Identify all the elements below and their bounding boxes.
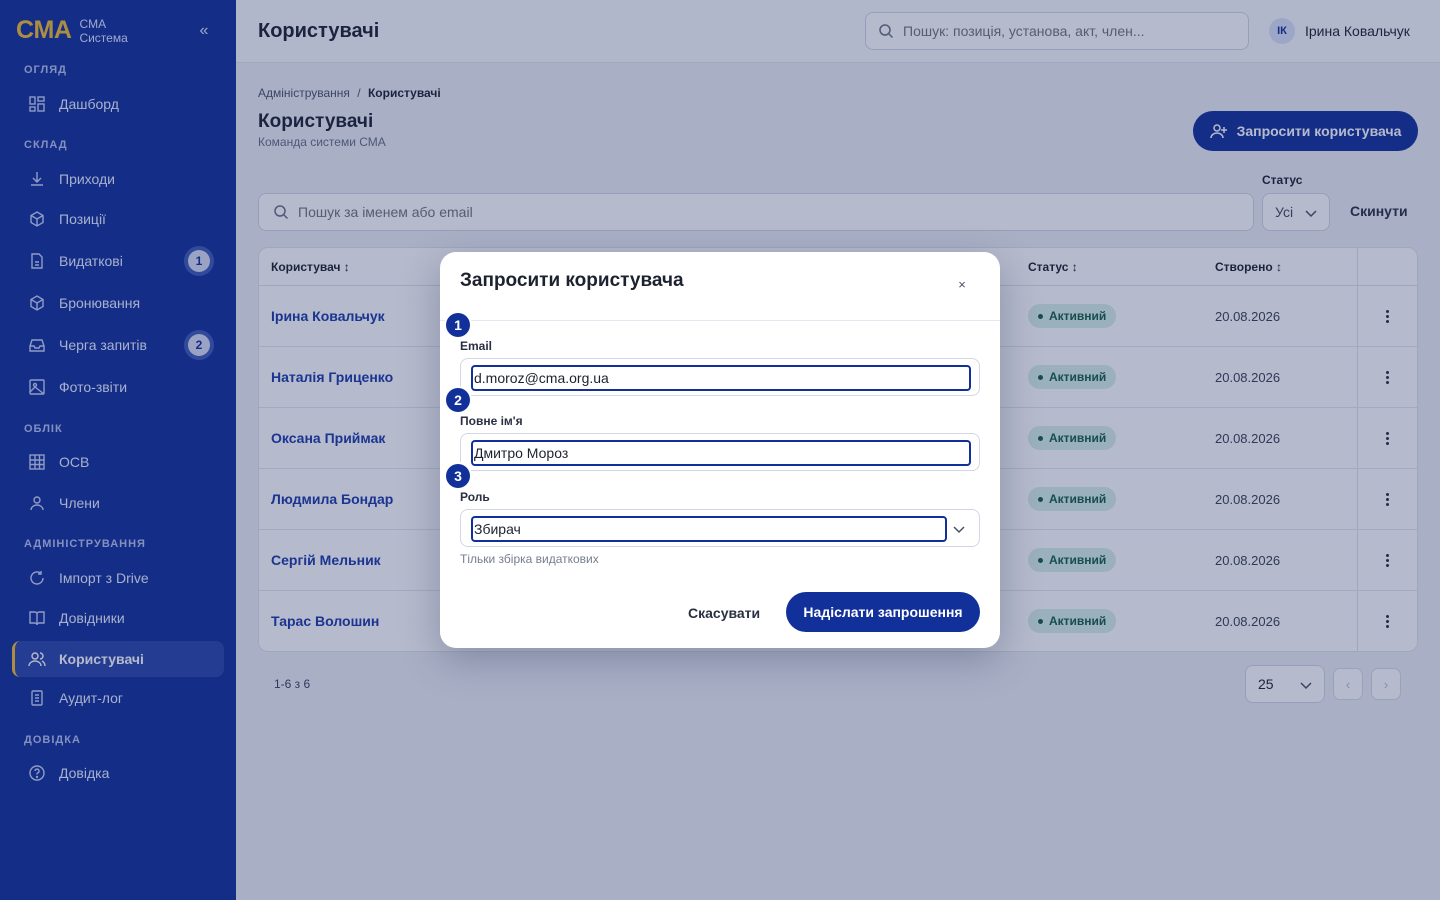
dialog-title: Запросити користувача bbox=[460, 270, 684, 291]
email-label: Email bbox=[460, 339, 493, 353]
step-marker-3: 3 bbox=[446, 464, 470, 488]
full-name-input[interactable] bbox=[471, 440, 971, 466]
role-label: Роль bbox=[460, 490, 490, 504]
full-name-label: Повне ім'я bbox=[460, 414, 523, 428]
step-marker-1: 1 bbox=[446, 313, 470, 337]
role-select[interactable]: Збирач bbox=[460, 509, 980, 547]
send-invitation-button[interactable]: Надіслати запрошення bbox=[786, 592, 980, 632]
invite-user-dialog: Запросити користувача × 1 Email 2 Повне … bbox=[440, 252, 1000, 648]
cancel-button[interactable]: Скасувати bbox=[688, 605, 760, 621]
role-hint: Тільки збірка видаткових bbox=[460, 552, 599, 566]
role-value: Збирач bbox=[471, 516, 947, 542]
step-marker-2: 2 bbox=[446, 388, 470, 412]
close-button[interactable]: × bbox=[954, 277, 970, 293]
email-input[interactable] bbox=[471, 365, 971, 391]
full-name-field bbox=[460, 433, 980, 471]
chevron-down-icon bbox=[953, 526, 965, 534]
email-field bbox=[460, 358, 980, 396]
dialog-divider bbox=[440, 320, 1000, 321]
